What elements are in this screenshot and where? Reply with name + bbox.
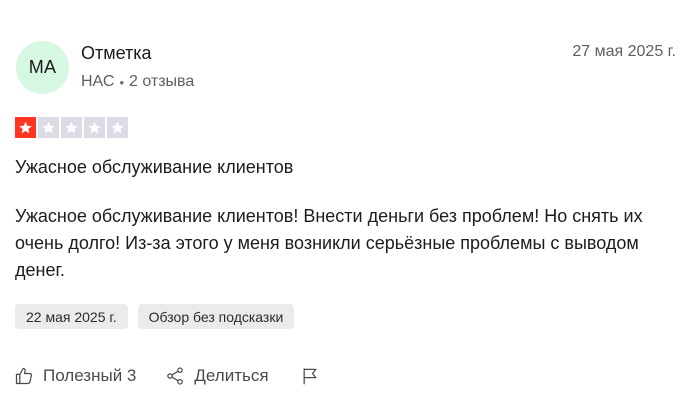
- review-date: 27 мая 2025 г.: [572, 43, 676, 60]
- separator-dot: •: [119, 74, 124, 90]
- share-button[interactable]: Делиться: [165, 366, 269, 386]
- flag-icon: [303, 368, 317, 385]
- review-body: Ужасное обслуживание клиентов! Внести де…: [15, 206, 643, 280]
- review-title[interactable]: Ужасное обслуживание клиентов: [15, 157, 293, 178]
- share-icon: [167, 367, 184, 385]
- unprompted-review-badge: Обзор без подсказки: [137, 304, 295, 329]
- helpful-label: Полезный 3: [43, 366, 137, 385]
- review-tags: 22 мая 2025 г. Обзор без подсказки: [15, 304, 295, 329]
- star-empty-icon: [84, 117, 105, 138]
- avatar[interactable]: МА: [16, 41, 69, 94]
- star-empty-icon: [107, 117, 128, 138]
- reviewer-review-count: 2 отзыва: [129, 73, 195, 90]
- review-actions: Полезный 3 Делиться: [14, 366, 329, 386]
- report-button[interactable]: [300, 366, 329, 386]
- reviewer-meta: НАС • 2 отзыва: [81, 73, 194, 91]
- star-empty-icon: [61, 117, 82, 138]
- thumbs-up-icon: [15, 367, 33, 385]
- star-empty-icon: [38, 117, 59, 138]
- share-label: Делиться: [194, 366, 269, 385]
- avatar-initials: МА: [28, 57, 57, 77]
- reviewer-country: НАС: [81, 73, 115, 90]
- helpful-button[interactable]: Полезный 3: [14, 366, 136, 386]
- reviewer-name[interactable]: Отметка: [81, 43, 152, 64]
- experience-date-badge: 22 мая 2025 г.: [15, 304, 128, 329]
- star-filled-icon: [15, 117, 36, 138]
- star-rating: [15, 117, 128, 138]
